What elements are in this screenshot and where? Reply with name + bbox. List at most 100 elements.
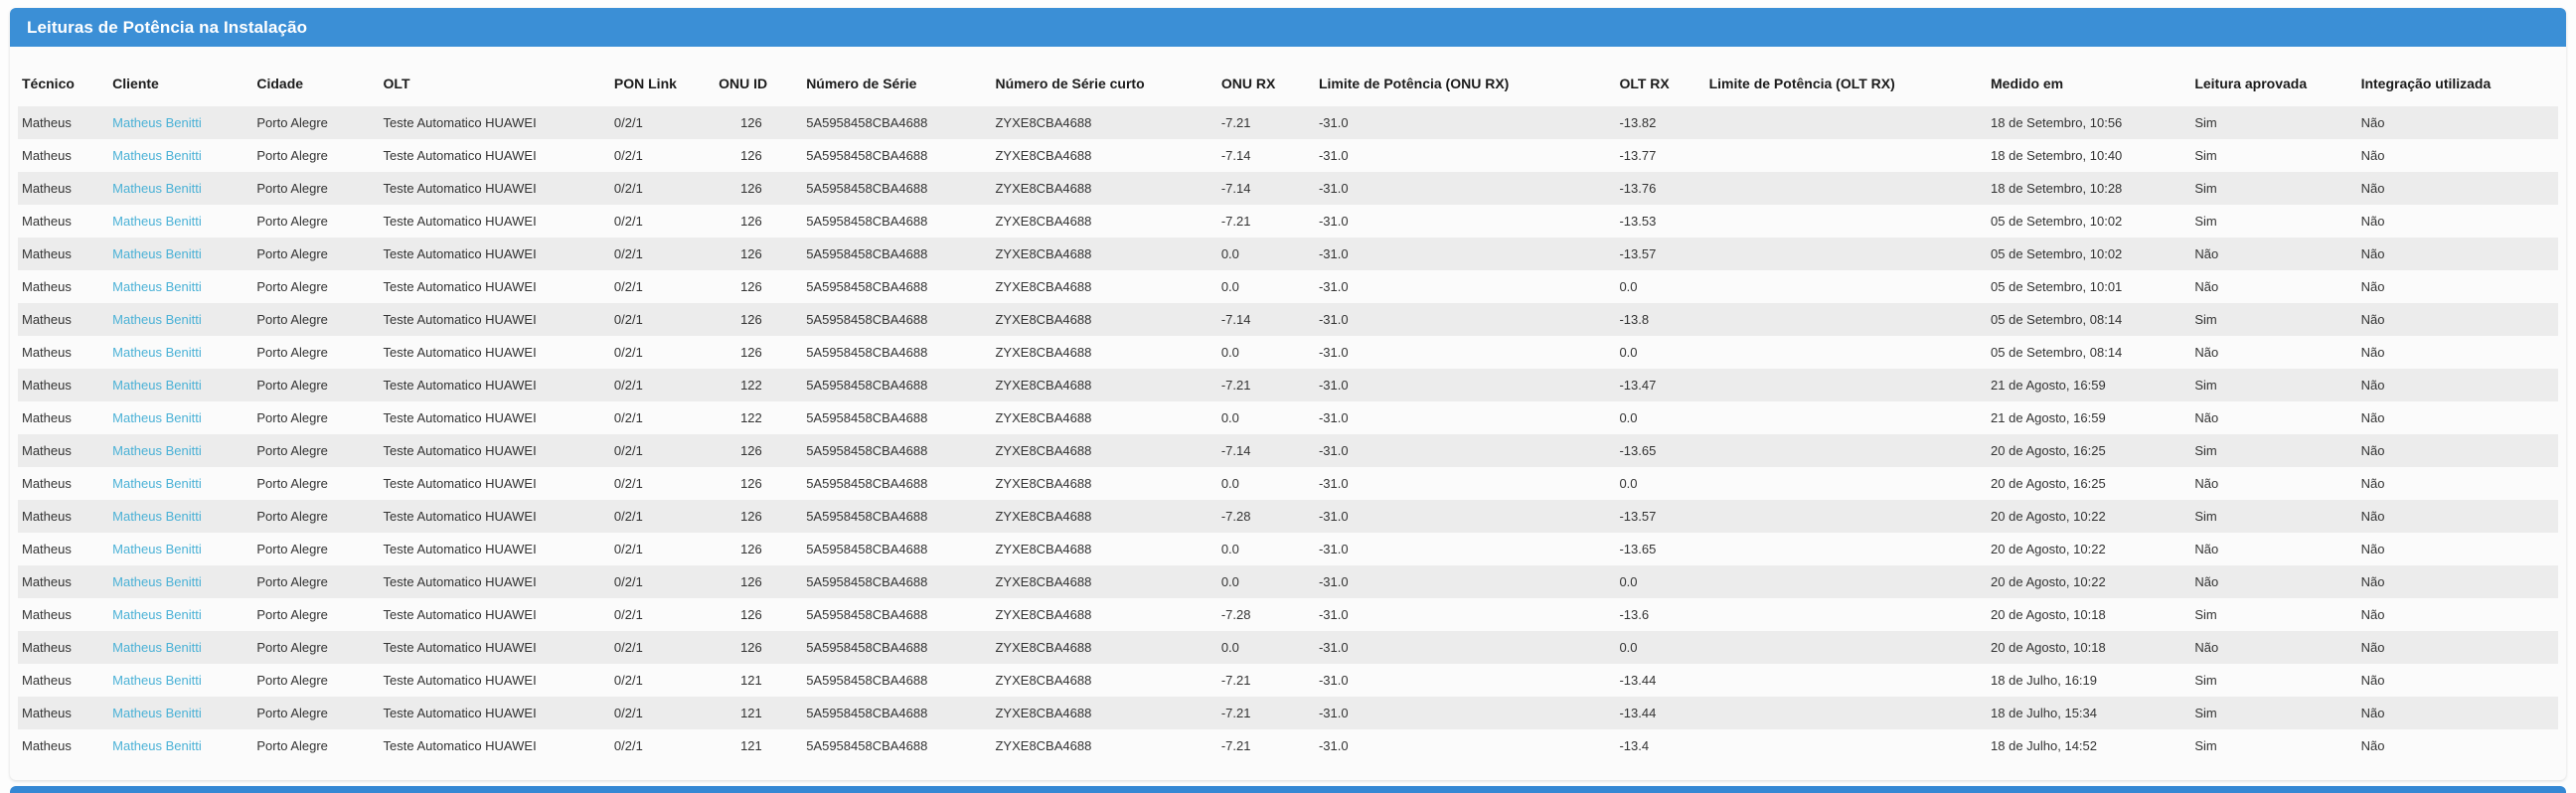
column-header-pon_link: PON Link (613, 76, 677, 91)
table-row: Matheus Matheus Benitti Porto Alegre Teste … (18, 106, 2558, 139)
table-row: Matheus Matheus Benitti Porto Alegre Teste … (18, 205, 2558, 238)
cell-leitura_aprovada: Sim (2194, 738, 2217, 753)
client-link[interactable]: Matheus Benitti (112, 738, 202, 753)
cell-integracao_utilizada: Não (2360, 706, 2385, 720)
client-link[interactable]: Matheus Benitti (112, 443, 202, 458)
cell-olt: Teste Automatico HUAWEI (383, 246, 537, 261)
cell-cidade: Porto Alegre (256, 574, 328, 589)
client-link[interactable]: Matheus Benitti (112, 640, 202, 655)
cell-leitura_aprovada: Sim (2194, 706, 2217, 720)
cell-leitura_aprovada: Sim (2194, 181, 2217, 196)
cell-cliente: Matheus Benitti (110, 434, 254, 467)
cell-integracao_utilizada: Não (2360, 246, 2385, 261)
client-link[interactable]: Matheus Benitti (112, 607, 202, 622)
cell-olt_rx: -13.82 (1619, 115, 1657, 130)
cell-limite_potencia_olt_rx (1707, 598, 1989, 631)
cell-onu_id: 126 (740, 246, 762, 261)
cell-cidade: Porto Alegre (256, 214, 328, 229)
client-link[interactable]: Matheus Benitti (112, 673, 202, 688)
cell-cliente: Matheus Benitti (110, 729, 254, 762)
client-link[interactable]: Matheus Benitti (112, 476, 202, 491)
cell-leitura_aprovada: Sim (2194, 673, 2217, 688)
cell-numero_serie_curto: ZYXE8CBA4688 (995, 246, 1092, 261)
panel-title: Leituras de Potência na Instalação (10, 8, 2566, 47)
table-row: Matheus Matheus Benitti Porto Alegre Teste … (18, 369, 2558, 401)
client-link[interactable]: Matheus Benitti (112, 312, 202, 327)
cell-numero_serie: 5A5958458CBA4688 (806, 476, 928, 491)
cell-limite_potencia_olt_rx (1707, 106, 1989, 139)
client-link[interactable]: Matheus Benitti (112, 115, 202, 130)
cell-onu_rx: -7.14 (1220, 181, 1251, 196)
cell-leitura_aprovada: Sim (2194, 607, 2217, 622)
cell-numero_serie: 5A5958458CBA4688 (806, 640, 928, 655)
cell-olt: Teste Automatico HUAWEI (383, 542, 537, 556)
cell-numero_serie: 5A5958458CBA4688 (806, 509, 928, 524)
cell-olt: Teste Automatico HUAWEI (383, 706, 537, 720)
client-link[interactable]: Matheus Benitti (112, 279, 202, 294)
cell-cidade: Porto Alegre (256, 738, 328, 753)
cell-onu_rx: -7.28 (1220, 509, 1251, 524)
cell-cidade: Porto Alegre (256, 706, 328, 720)
cell-medido_em: 18 de Julho, 16:19 (1991, 673, 2097, 688)
column-header-onu_id: ONU ID (719, 76, 768, 91)
cell-leitura_aprovada: Não (2194, 640, 2219, 655)
cell-pon_link: 0/2/1 (613, 115, 643, 130)
cell-pon_link: 0/2/1 (613, 673, 643, 688)
cell-onu_rx: -7.14 (1220, 443, 1251, 458)
cell-onu_id: 126 (740, 214, 762, 229)
cell-numero_serie_curto: ZYXE8CBA4688 (995, 607, 1092, 622)
client-link[interactable]: Matheus Benitti (112, 214, 202, 229)
cell-numero_serie_curto: ZYXE8CBA4688 (995, 706, 1092, 720)
cell-cidade: Porto Alegre (256, 443, 328, 458)
cell-numero_serie_curto: ZYXE8CBA4688 (995, 443, 1092, 458)
cell-integracao_utilizada: Não (2360, 214, 2385, 229)
cell-pon_link: 0/2/1 (613, 246, 643, 261)
table-row: Matheus Matheus Benitti Porto Alegre Teste … (18, 664, 2558, 697)
cell-cliente: Matheus Benitti (110, 467, 254, 500)
cell-numero_serie: 5A5958458CBA4688 (806, 574, 928, 589)
client-link[interactable]: Matheus Benitti (112, 706, 202, 720)
client-link[interactable]: Matheus Benitti (112, 542, 202, 556)
client-link[interactable]: Matheus Benitti (112, 574, 202, 589)
client-link[interactable]: Matheus Benitti (112, 181, 202, 196)
cell-cliente: Matheus Benitti (110, 631, 254, 664)
cell-numero_serie: 5A5958458CBA4688 (806, 410, 928, 425)
cell-limite_potencia_olt_rx (1707, 270, 1989, 303)
client-link[interactable]: Matheus Benitti (112, 148, 202, 163)
column-header-onu_rx: ONU RX (1220, 76, 1276, 91)
cell-limite_potencia_onu_rx: -31.0 (1318, 214, 1349, 229)
client-link[interactable]: Matheus Benitti (112, 378, 202, 393)
cell-numero_serie: 5A5958458CBA4688 (806, 246, 928, 261)
client-link[interactable]: Matheus Benitti (112, 410, 202, 425)
cell-cliente: Matheus Benitti (110, 238, 254, 270)
next-panel-header-edge (10, 786, 2566, 793)
cell-limite_potencia_olt_rx (1707, 467, 1989, 500)
cell-olt_rx: -13.57 (1619, 509, 1657, 524)
cell-onu_rx: 0.0 (1220, 410, 1239, 425)
cell-olt_rx: 0.0 (1619, 476, 1638, 491)
cell-onu_id: 121 (740, 706, 762, 720)
cell-cliente: Matheus Benitti (110, 139, 254, 172)
cell-cliente: Matheus Benitti (110, 565, 254, 598)
cell-olt_rx: 0.0 (1619, 574, 1638, 589)
table-row: Matheus Matheus Benitti Porto Alegre Teste … (18, 729, 2558, 762)
cell-onu_rx: -7.21 (1220, 214, 1251, 229)
cell-leitura_aprovada: Sim (2194, 214, 2217, 229)
cell-limite_potencia_olt_rx (1707, 205, 1989, 238)
cell-leitura_aprovada: Sim (2194, 378, 2217, 393)
cell-pon_link: 0/2/1 (613, 181, 643, 196)
cell-tecnico: Matheus (22, 279, 72, 294)
column-header-integracao_utilizada: Integração utilizada (2360, 76, 2492, 91)
cell-olt: Teste Automatico HUAWEI (383, 476, 537, 491)
cell-onu_rx: 0.0 (1220, 279, 1239, 294)
client-link[interactable]: Matheus Benitti (112, 345, 202, 360)
client-link[interactable]: Matheus Benitti (112, 509, 202, 524)
cell-numero_serie_curto: ZYXE8CBA4688 (995, 181, 1092, 196)
client-link[interactable]: Matheus Benitti (112, 246, 202, 261)
table-row: Matheus Matheus Benitti Porto Alegre Teste … (18, 303, 2558, 336)
cell-numero_serie: 5A5958458CBA4688 (806, 312, 928, 327)
cell-olt_rx: -13.44 (1619, 706, 1657, 720)
cell-limite_potencia_onu_rx: -31.0 (1318, 673, 1349, 688)
table-row: Matheus Matheus Benitti Porto Alegre Teste … (18, 336, 2558, 369)
cell-olt: Teste Automatico HUAWEI (383, 181, 537, 196)
